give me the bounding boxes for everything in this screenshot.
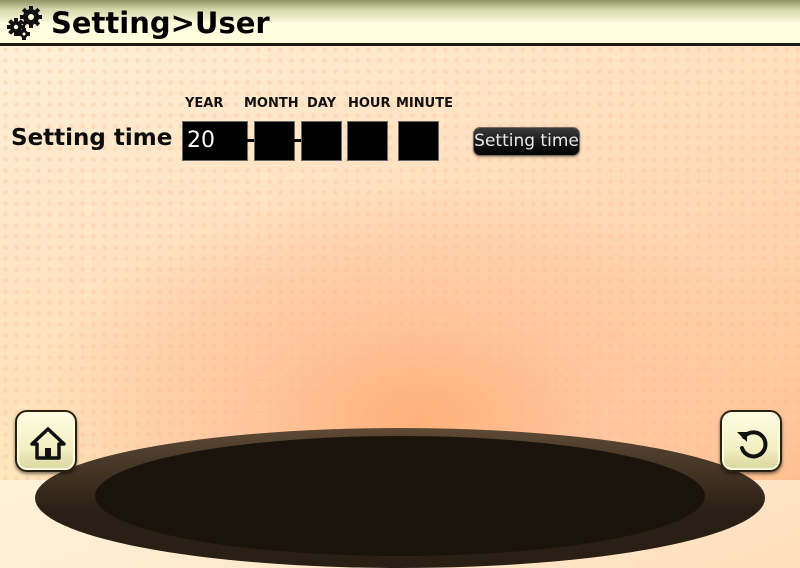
day-column-label: DAY <box>307 96 337 111</box>
month-field[interactable] <box>254 121 295 161</box>
minute-column-label: MINUTE <box>396 96 453 111</box>
decorative-dais-inner <box>95 436 705 556</box>
minute-field[interactable] <box>398 121 439 161</box>
title-bar: Setting>User <box>0 0 800 46</box>
year-column-label: YEAR <box>185 96 224 111</box>
gears-icon <box>5 5 45 41</box>
day-field[interactable] <box>301 121 342 161</box>
hour-field[interactable] <box>347 121 388 161</box>
setting-time-label: Setting time <box>11 125 173 151</box>
background-pattern <box>0 0 800 480</box>
year-field[interactable]: 20 <box>182 121 248 161</box>
hour-column-label: HOUR <box>348 96 391 111</box>
month-column-label: MONTH <box>244 96 299 111</box>
back-button[interactable] <box>720 410 782 472</box>
setting-time-button[interactable]: Setting time <box>473 127 580 156</box>
page-title: Setting>User <box>51 6 270 40</box>
home-button[interactable] <box>15 410 77 472</box>
home-icon <box>30 427 66 460</box>
return-icon <box>737 430 768 459</box>
